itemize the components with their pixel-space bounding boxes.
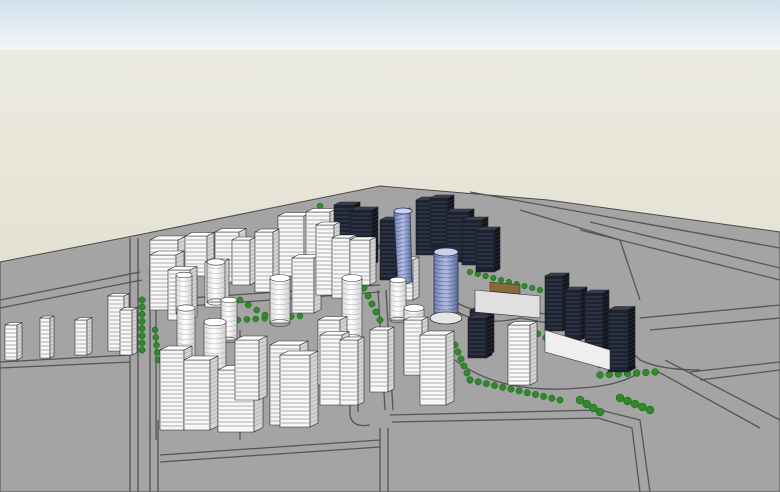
- tree: [316, 202, 324, 210]
- tree: [474, 378, 482, 386]
- tree: [633, 369, 641, 377]
- tree: [645, 405, 655, 415]
- slab-building: [369, 326, 395, 393]
- tree: [466, 376, 474, 384]
- slab-building: [419, 330, 455, 406]
- city-model-scene[interactable]: [0, 0, 780, 492]
- slab-building: [231, 236, 257, 286]
- tree: [261, 311, 269, 319]
- tree: [507, 385, 515, 393]
- tree: [138, 325, 146, 333]
- tree: [596, 371, 604, 379]
- tree: [490, 274, 497, 282]
- tree: [623, 396, 632, 406]
- tree: [521, 282, 528, 290]
- slab-building: [279, 350, 319, 428]
- slab-building: [119, 307, 138, 356]
- tree: [498, 276, 505, 284]
- tree: [138, 296, 146, 304]
- tree: [372, 308, 380, 316]
- slab-building: [234, 335, 268, 401]
- tree: [154, 349, 161, 356]
- tree: [364, 292, 372, 300]
- tree: [491, 382, 498, 389]
- tree: [523, 389, 531, 397]
- viewport[interactable]: [0, 0, 780, 492]
- tree: [529, 284, 536, 292]
- tree: [152, 334, 160, 341]
- tree: [556, 396, 564, 404]
- tree: [253, 306, 260, 314]
- slab-building: [507, 321, 538, 386]
- tree: [245, 301, 252, 309]
- tree: [153, 341, 160, 349]
- tree: [236, 296, 244, 304]
- tree: [368, 300, 376, 308]
- slab-building: [339, 336, 365, 406]
- tree: [515, 387, 523, 395]
- slab-building: [39, 315, 55, 359]
- tree: [151, 326, 159, 334]
- tree: [548, 394, 556, 402]
- tree: [536, 286, 544, 294]
- tree: [482, 380, 490, 388]
- tree: [466, 268, 474, 276]
- tree: [252, 315, 259, 323]
- tree: [540, 392, 548, 400]
- tree: [615, 393, 625, 403]
- dark-tower: [475, 226, 501, 273]
- tree: [630, 399, 640, 409]
- tree: [243, 316, 251, 323]
- tree: [638, 402, 647, 412]
- tree: [138, 303, 146, 311]
- slab-building: [74, 317, 93, 356]
- tree: [460, 362, 468, 370]
- dark-tower: [584, 289, 610, 352]
- sky: [0, 0, 780, 52]
- tree: [138, 339, 146, 347]
- slab-building: [183, 355, 219, 431]
- glass-tower: [429, 247, 463, 325]
- tree: [138, 346, 146, 354]
- tree: [138, 310, 146, 318]
- tree: [651, 368, 659, 376]
- slab-building: [4, 322, 23, 361]
- cylindrical-tower: [389, 276, 407, 324]
- dark-tower: [607, 306, 636, 373]
- tree: [296, 312, 304, 320]
- dark-tower: [564, 286, 588, 341]
- tree: [499, 383, 507, 391]
- tree: [463, 369, 471, 377]
- dark-tower: [467, 314, 493, 359]
- tree: [482, 272, 489, 280]
- tree: [138, 317, 146, 325]
- tree: [532, 391, 539, 398]
- tree: [642, 368, 650, 377]
- cylindrical-tower: [269, 274, 291, 327]
- tree: [457, 355, 465, 363]
- tree: [595, 407, 605, 417]
- tree: [376, 316, 384, 324]
- tree: [454, 348, 462, 356]
- tree: [138, 332, 146, 340]
